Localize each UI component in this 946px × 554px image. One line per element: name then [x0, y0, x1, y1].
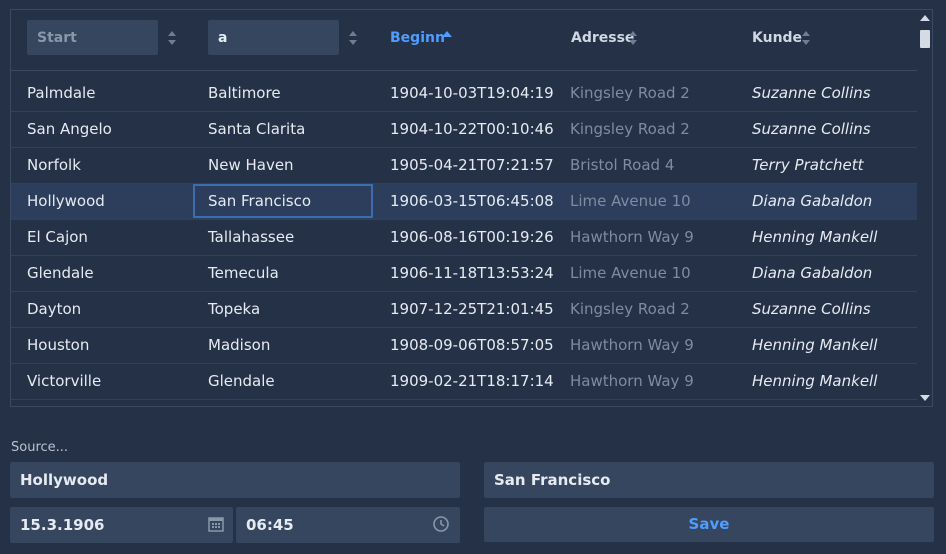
header-address[interactable]: Adresse [571, 30, 634, 46]
cell-begin: 1906-11-18T13:53:24 [390, 264, 554, 282]
cell-end: New Haven [208, 156, 294, 174]
cell-end: Tallahassee [208, 228, 295, 246]
end-field[interactable]: San Francisco [484, 462, 934, 498]
date-value: 15.3.1906 [20, 516, 105, 534]
cell-start: Glendale [27, 264, 94, 282]
header-begin[interactable]: Beginn [390, 30, 445, 46]
end-filter-input[interactable] [208, 20, 339, 55]
cell-customer: Suzanne Collins [752, 120, 871, 138]
cell-start: San Angelo [27, 120, 112, 138]
cell-begin: 1908-09-06T08:57:05 [390, 336, 554, 354]
start-field[interactable]: Hollywood [10, 462, 460, 498]
cell-begin: 1906-03-15T06:45:08 [390, 192, 554, 210]
calendar-icon[interactable] [207, 515, 225, 533]
cell-end: Glendale [208, 372, 275, 390]
cell-address: Bristol Road 4 [570, 156, 675, 174]
date-field[interactable]: 15.3.1906 [10, 507, 233, 543]
cell-end: Temecula [208, 264, 279, 282]
cell-customer: Suzanne Collins [752, 84, 871, 102]
cell-address: Hawthorn Way 9 [570, 228, 694, 246]
vertical-scrollbar[interactable] [917, 10, 932, 406]
cell-start: Houston [27, 336, 90, 354]
cell-begin: 1904-10-03T19:04:19 [390, 84, 554, 102]
header-customer[interactable]: Kunde [752, 30, 802, 46]
table-row-selected[interactable]: Hollywood San Francisco 1906-03-15T06:45… [11, 184, 917, 220]
grid-header: Beginn Adresse Kunde [11, 10, 917, 71]
cell-start: Hollywood [27, 192, 105, 210]
save-button[interactable]: Save [484, 507, 934, 542]
sort-icon[interactable] [627, 29, 639, 47]
cell-begin: 1907-12-25T21:01:45 [390, 300, 554, 318]
cell-customer: Henning Mankell [752, 372, 878, 390]
cell-start: El Cajon [27, 228, 88, 246]
cell-begin: 1905-04-21T07:21:57 [390, 156, 554, 174]
table-row[interactable]: Norfolk New Haven 1905-04-21T07:21:57 Br… [11, 148, 917, 184]
scroll-up-icon[interactable] [920, 15, 930, 21]
cell-start: Norfolk [27, 156, 81, 174]
source-label: Source... [11, 440, 69, 455]
cell-address: Lime Avenue 10 [570, 192, 691, 210]
cell-begin: 1906-08-16T00:19:26 [390, 228, 554, 246]
cell-customer: Terry Pratchett [752, 156, 864, 174]
cell-end: Madison [208, 336, 271, 354]
cell-customer: Henning Mankell [752, 336, 878, 354]
table-row[interactable]: El Cajon Tallahassee 1906-08-16T00:19:26… [11, 220, 917, 256]
start-filter-input[interactable] [27, 20, 158, 55]
cell-address: Hawthorn Way 9 [570, 336, 694, 354]
cell-start: Dayton [27, 300, 82, 318]
sort-ascending-icon[interactable] [441, 30, 453, 48]
time-field[interactable]: 06:45 [236, 507, 460, 543]
clock-icon[interactable] [432, 515, 450, 533]
cell-begin: 1909-02-21T18:17:14 [390, 372, 554, 390]
cell-address: Lime Avenue 10 [570, 264, 691, 282]
cell-customer: Diana Gabaldon [752, 192, 873, 210]
scroll-down-icon[interactable] [920, 395, 930, 401]
cell-address: Kingsley Road 2 [570, 300, 690, 318]
table-row[interactable]: Houston Madison 1908-09-06T08:57:05 Hawt… [11, 328, 917, 364]
cell-end: Topeka [208, 300, 261, 318]
table-row[interactable]: Glendale Temecula 1906-11-18T13:53:24 Li… [11, 256, 917, 292]
data-grid: Beginn Adresse Kunde Palmdale Baltimore … [10, 9, 933, 407]
cell-customer: Henning Mankell [752, 228, 878, 246]
cell-start: Victorville [27, 372, 102, 390]
sort-icon[interactable] [800, 29, 812, 47]
cell-address: Hawthorn Way 9 [570, 372, 694, 390]
time-value: 06:45 [246, 516, 294, 534]
cell-start: Palmdale [27, 84, 96, 102]
table-row[interactable]: Palmdale Baltimore 1904-10-03T19:04:19 K… [11, 76, 917, 112]
cell-end: San Francisco [208, 192, 312, 210]
cell-end: Baltimore [208, 84, 281, 102]
table-row[interactable]: Dayton Topeka 1907-12-25T21:01:45 Kingsl… [11, 292, 917, 328]
cell-customer: Suzanne Collins [752, 300, 871, 318]
sort-icon[interactable] [166, 29, 178, 47]
cell-customer: Diana Gabaldon [752, 264, 873, 282]
table-row[interactable]: Victorville Glendale 1909-02-21T18:17:14… [11, 364, 917, 400]
cell-address: Kingsley Road 2 [570, 84, 690, 102]
cell-address: Kingsley Road 2 [570, 120, 690, 138]
table-row[interactable]: San Angelo Santa Clarita 1904-10-22T00:1… [11, 112, 917, 148]
scrollbar-thumb[interactable] [920, 30, 930, 48]
cell-end: Santa Clarita [208, 120, 306, 138]
sort-icon[interactable] [347, 29, 359, 47]
cell-begin: 1904-10-22T00:10:46 [390, 120, 554, 138]
